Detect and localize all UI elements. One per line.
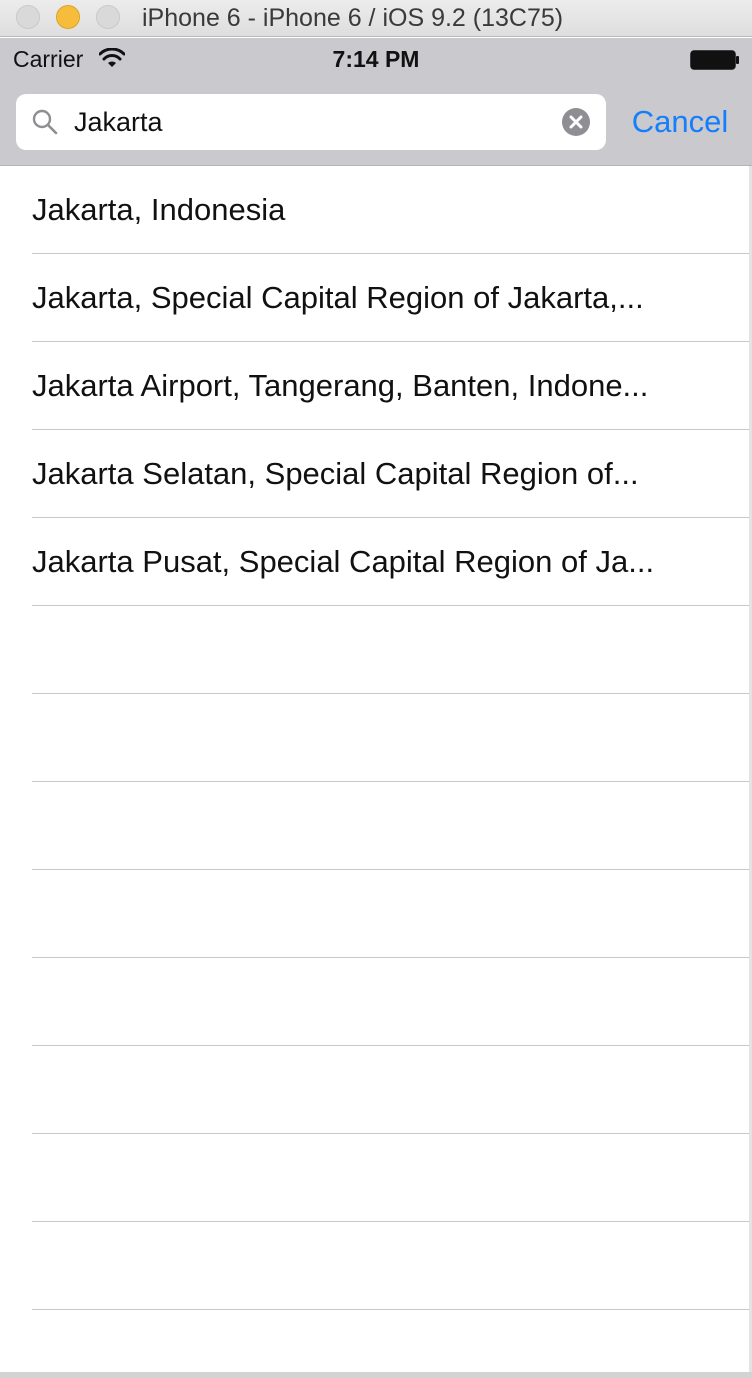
- close-window-button[interactable]: [16, 5, 40, 29]
- empty-row: [0, 1310, 752, 1378]
- result-label: Jakarta, Special Capital Region of Jakar…: [32, 280, 644, 315]
- result-label: [32, 870, 722, 958]
- result-row[interactable]: Jakarta Selatan, Special Capital Region …: [0, 430, 752, 518]
- empty-row: [0, 1134, 752, 1222]
- result-label: [32, 1310, 722, 1378]
- result-label: [32, 958, 722, 1046]
- cancel-button[interactable]: Cancel: [618, 94, 742, 150]
- result-label: [32, 694, 722, 782]
- result-label: [32, 606, 722, 694]
- empty-row: [0, 606, 752, 694]
- search-field[interactable]: [16, 94, 606, 150]
- empty-row: [0, 782, 752, 870]
- result-label: Jakarta Airport, Tangerang, Banten, Indo…: [32, 368, 649, 403]
- result-label: [32, 1134, 722, 1222]
- search-icon: [32, 109, 58, 135]
- window-title: iPhone 6 - iPhone 6 / iOS 9.2 (13C75): [142, 4, 564, 32]
- result-row[interactable]: Jakarta Airport, Tangerang, Banten, Indo…: [0, 342, 752, 430]
- empty-row: [0, 870, 752, 958]
- clear-icon[interactable]: [562, 108, 590, 136]
- result-row[interactable]: Jakarta Pusat, Special Capital Region of…: [0, 518, 752, 606]
- window-bottom-edge: [0, 1372, 752, 1378]
- search-bar-area: Carrier 7:14 PM Cancel: [0, 38, 752, 166]
- minimize-window-button[interactable]: [56, 5, 80, 29]
- result-row[interactable]: Jakarta, Indonesia: [0, 166, 752, 254]
- empty-row: [0, 694, 752, 782]
- result-label: Jakarta Pusat, Special Capital Region of…: [32, 544, 655, 579]
- empty-row: [0, 1222, 752, 1310]
- zoom-window-button[interactable]: [96, 5, 120, 29]
- result-label: Jakarta, Indonesia: [32, 192, 286, 227]
- result-label: Jakarta Selatan, Special Capital Region …: [32, 456, 639, 491]
- empty-row: [0, 1046, 752, 1134]
- search-results-list: Jakarta, Indonesia Jakarta, Special Capi…: [0, 166, 752, 1378]
- result-label: [32, 782, 722, 870]
- empty-row: [0, 958, 752, 1046]
- result-label: [32, 1046, 722, 1134]
- battery-icon: [690, 50, 739, 70]
- status-time: 7:14 PM: [332, 46, 420, 72]
- window-title-bar: iPhone 6 - iPhone 6 / iOS 9.2 (13C75): [0, 0, 752, 37]
- search-input[interactable]: [74, 94, 544, 150]
- result-row[interactable]: Jakarta, Special Capital Region of Jakar…: [0, 254, 752, 342]
- simulator-window: iPhone 6 - iPhone 6 / iOS 9.2 (13C75) Ca…: [0, 0, 752, 1378]
- result-label: [32, 1222, 722, 1310]
